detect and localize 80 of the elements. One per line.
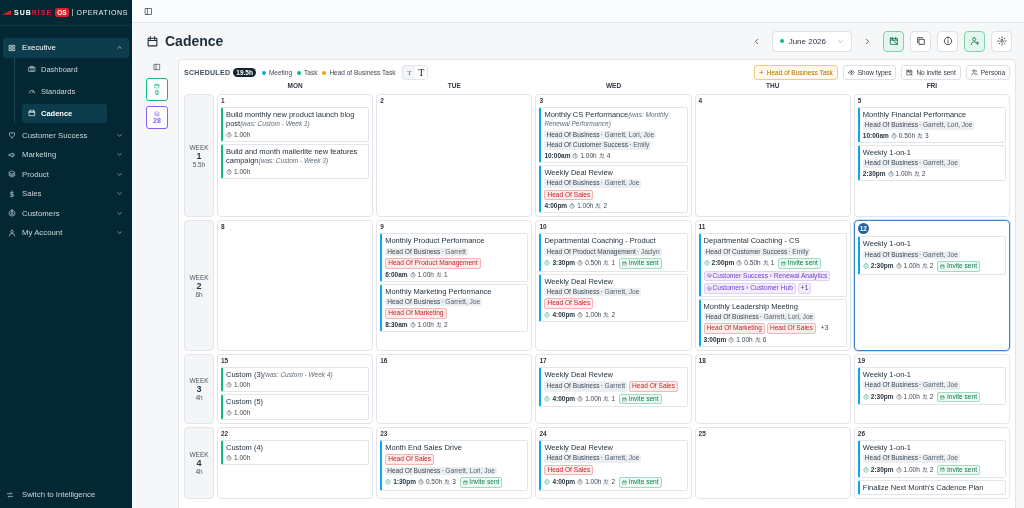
info-icon	[942, 36, 953, 46]
briefcase-icon	[28, 65, 36, 73]
chevron-down-icon	[116, 170, 123, 178]
people-icon	[754, 336, 761, 343]
toolbar-button[interactable]	[883, 30, 904, 52]
day-cell[interactable]	[694, 220, 851, 351]
calendar-slash-icon	[888, 36, 899, 46]
people-icon	[921, 263, 928, 270]
people-icon	[913, 170, 920, 177]
logo-ramp-icon	[2, 10, 11, 15]
people-icon	[603, 311, 610, 318]
calendar-icon	[146, 34, 159, 48]
clock-icon	[890, 132, 897, 139]
clock-icon	[417, 479, 424, 486]
people-icon	[921, 466, 928, 473]
people-icon	[603, 396, 610, 402]
chevron-down-icon	[116, 151, 123, 159]
megaphone-icon	[8, 150, 16, 159]
layers-icon	[8, 170, 16, 179]
clock-icon	[728, 336, 735, 343]
toolbar-button[interactable]	[910, 30, 931, 52]
heart-icon	[8, 131, 16, 140]
layers-icon	[706, 273, 712, 279]
calendar-icon	[28, 109, 36, 117]
swap-icon	[6, 490, 14, 499]
clock-icon	[226, 131, 232, 138]
people-icon	[603, 260, 610, 267]
user-icon	[8, 228, 16, 237]
clock-icon	[226, 382, 232, 389]
gauge-icon	[28, 87, 36, 95]
copy-icon	[915, 36, 926, 46]
clock-icon	[577, 479, 584, 486]
month-select[interactable]: June 2026	[771, 30, 852, 52]
page-title: Cadence	[165, 33, 224, 49]
clock-icon	[577, 260, 584, 267]
clock-icon	[226, 455, 232, 461]
people-icon	[603, 479, 610, 486]
clock-icon	[736, 260, 743, 267]
grid-icon	[8, 43, 16, 52]
layers-icon	[706, 285, 712, 291]
clock-icon	[226, 409, 232, 416]
people-icon	[444, 479, 451, 486]
clock-icon	[569, 203, 576, 210]
clock-icon	[572, 152, 579, 159]
people-icon	[921, 394, 928, 400]
settings-icon	[996, 36, 1007, 46]
panel-icon[interactable]	[153, 63, 161, 71]
clock-icon	[577, 311, 584, 318]
toolbar-button[interactable]	[964, 30, 985, 52]
clock-icon	[895, 394, 902, 400]
day-cell[interactable]	[535, 94, 692, 218]
chevron-up-icon	[116, 44, 123, 52]
toolbar-button[interactable]	[991, 30, 1012, 52]
clock-icon	[409, 271, 416, 278]
eye-icon	[847, 69, 855, 76]
clock-icon	[895, 466, 902, 473]
toolbar-button[interactable]	[937, 30, 958, 52]
clock-icon	[409, 321, 416, 328]
chevron-down-icon	[116, 229, 123, 237]
clock-icon	[887, 170, 894, 177]
people-icon	[435, 271, 442, 278]
chevron-down-icon	[116, 190, 123, 198]
people-icon	[762, 260, 769, 267]
clock-icon	[226, 168, 232, 175]
people-icon	[917, 132, 924, 139]
people-icon	[435, 321, 442, 328]
user-plus-icon	[969, 36, 980, 46]
clock-icon	[895, 263, 902, 270]
text-size-option[interactable]: T	[415, 66, 428, 79]
people-icon	[970, 69, 978, 76]
sidebar-toggle-icon[interactable]	[144, 6, 153, 16]
people-icon	[595, 203, 602, 210]
chevron-down-icon	[116, 131, 123, 139]
dollar-icon	[8, 189, 16, 198]
clock-icon	[577, 396, 584, 402]
people-icon	[598, 152, 605, 159]
next-icon[interactable]	[863, 36, 872, 46]
chevron-down-icon	[837, 37, 844, 45]
chevron-down-icon	[116, 209, 123, 217]
calendar-slash-icon	[906, 69, 914, 76]
